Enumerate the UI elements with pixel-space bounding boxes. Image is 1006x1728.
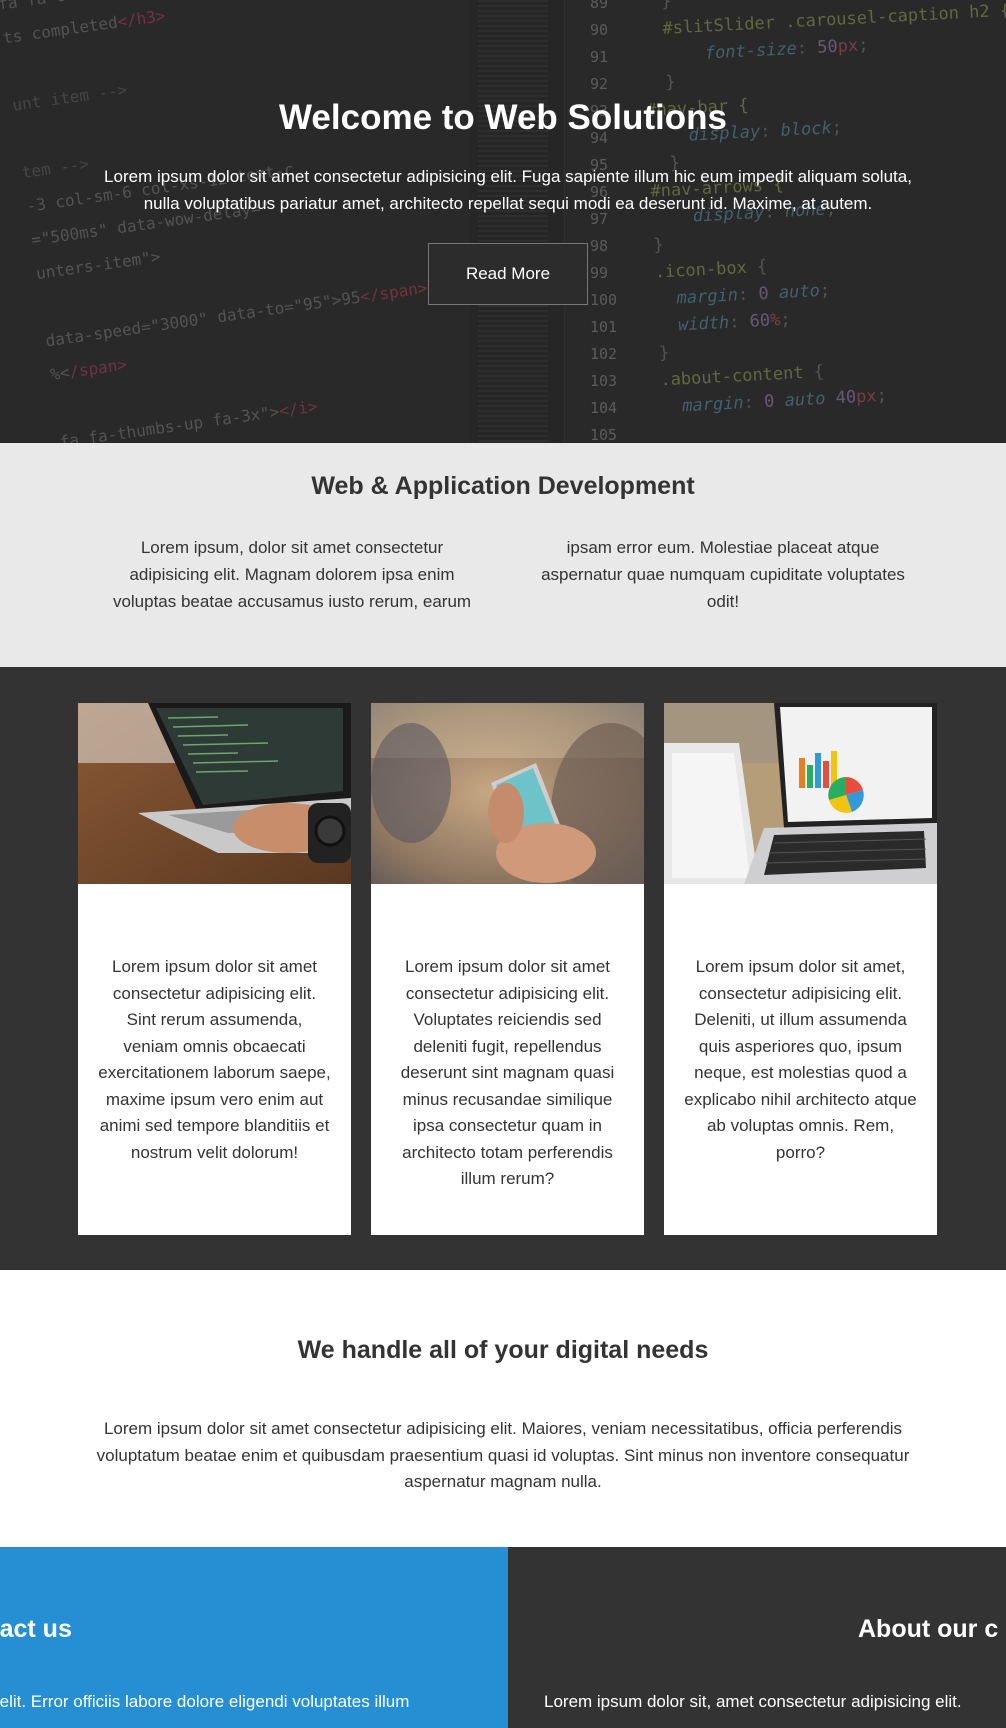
digital-text: Lorem ipsum dolor sit amet consectetur a…	[96, 1419, 910, 1491]
about-title: About our c	[858, 1615, 999, 1643]
hero-text: Lorem ipsum dolor sit amet consectetur a…	[104, 167, 912, 213]
digital-title: We handle all of your digital needs	[297, 1336, 709, 1364]
contact-title: ntact us	[0, 1615, 72, 1643]
intro-title: Web & Application Development	[311, 472, 695, 500]
contact-text: ng elit. Error officiis labore dolore el…	[0, 1692, 410, 1711]
intro-column-left: Lorem ipsum, dolor sit amet consectetur …	[112, 538, 472, 611]
hero-title: Welcome to Web Solutions	[279, 98, 727, 137]
intro-column-right: ipsam error eum. Molestiae placeat atque…	[541, 538, 905, 611]
laptop-code-image	[78, 703, 351, 884]
service-card: Lorem ipsum dolor sit amet, consectetur …	[664, 703, 937, 1235]
contact-section: ntact us ng elit. Error officiis labore …	[0, 1547, 508, 1728]
tablet-laptop-chart-image	[664, 703, 937, 884]
hero-section: fa fa-check-square fa-3x"></i> ts comple…	[0, 0, 1006, 443]
about-section: About our c Lorem ipsum dolor sit, amet …	[508, 1547, 1006, 1728]
services-cards-section: Lorem ipsum dolor sit amet consectetur a…	[0, 667, 1006, 1270]
read-more-button[interactable]: Read More	[428, 243, 588, 305]
intro-section: Web & Application Development Lorem ipsu…	[0, 443, 1006, 667]
service-card-text: Lorem ipsum dolor sit amet, consectetur …	[684, 957, 917, 1162]
service-card: Lorem ipsum dolor sit amet consectetur a…	[371, 703, 644, 1235]
smartphone-image	[371, 703, 644, 884]
service-card: Lorem ipsum dolor sit amet consectetur a…	[78, 703, 351, 1235]
service-card-text: Lorem ipsum dolor sit amet consectetur a…	[400, 957, 615, 1188]
digital-needs-section: We handle all of your digital needs Lore…	[0, 1270, 1006, 1547]
about-text: Lorem ipsum dolor sit, amet consectetur …	[544, 1692, 962, 1711]
service-card-text: Lorem ipsum dolor sit amet consectetur a…	[98, 957, 331, 1162]
